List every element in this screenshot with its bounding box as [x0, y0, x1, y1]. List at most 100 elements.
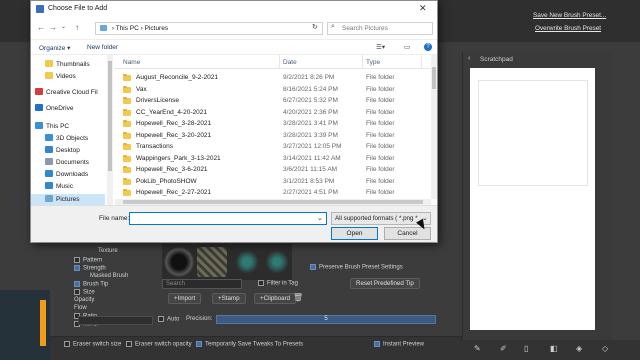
spacing-slider[interactable] [78, 316, 153, 325]
reset-predefined-tip-button[interactable]: Reset Predefined Tip [350, 278, 420, 289]
recent-dropdown-icon[interactable]: ⌄ [61, 23, 66, 30]
brush-tip-thumb[interactable] [232, 247, 262, 277]
column-divider[interactable] [421, 55, 422, 69]
close-icon[interactable]: ✕ [419, 3, 427, 14]
fill-icon[interactable]: ◈ [576, 344, 582, 353]
option-strength[interactable]: Strength [74, 265, 106, 272]
view-options-icon[interactable]: ☰▾ [376, 43, 385, 51]
brush-search-input[interactable]: Search [162, 279, 242, 289]
temp-save-checkbox[interactable]: Temporarily Save Tweaks To Presets [196, 341, 303, 348]
column-date[interactable]: Date [283, 59, 297, 66]
file-row[interactable]: August_Reconcile_9-2-2021 9/2/2021 8:26 P… [115, 72, 431, 84]
nav-item-downloads[interactable]: Downloads [31, 169, 105, 181]
checkbox[interactable] [74, 281, 80, 287]
import-button[interactable]: +Import [168, 293, 202, 304]
checkbox[interactable] [74, 289, 80, 295]
nav-item-3d-objects[interactable]: 3D Objects [31, 133, 105, 145]
checkbox[interactable] [74, 257, 80, 263]
clipboard-button[interactable]: +Clipboard [254, 293, 297, 304]
back-arrow-icon[interactable]: ← [37, 23, 45, 32]
preview-pane-icon[interactable]: ▭ [404, 43, 410, 51]
nav-item-onedrive[interactable]: OneDrive [31, 103, 105, 115]
file-row[interactable]: Transactions 3/27/2021 12:05 PM File folde… [115, 141, 431, 153]
precision-slider[interactable]: 5 [216, 315, 436, 324]
refresh-icon[interactable]: ↻ [312, 23, 318, 31]
file-row[interactable]: Vax 8/16/2021 5:24 PM File folder [115, 84, 431, 96]
file-type: File folder [366, 120, 395, 127]
horizontal-scrollbar-thumb[interactable] [123, 200, 423, 204]
option-opacity[interactable]: Opacity [74, 297, 94, 303]
nav-item-videos[interactable]: Videos [31, 71, 105, 83]
file-list-scrollbar-thumb[interactable] [432, 67, 436, 89]
option-texture[interactable]: Texture [98, 248, 118, 254]
file-row[interactable]: Hopewell_Rec_3-28-2021 3/28/2021 3:41 PM F… [115, 118, 431, 130]
nav-item-this-pc[interactable]: This PC [31, 121, 105, 133]
file-row[interactable]: Wappingers_Park_3-13-2021 3/14/2021 11:42… [115, 153, 431, 165]
stamp-button[interactable]: +Stamp [212, 293, 246, 304]
nav-item-label: This PC [46, 123, 70, 130]
auto-checkbox[interactable]: Auto [158, 316, 179, 323]
option-flow[interactable]: Flow [74, 305, 87, 311]
brush-tip-thumb[interactable] [262, 247, 292, 277]
folder-icon [123, 97, 131, 104]
nav-item-documents[interactable]: Documents [31, 157, 105, 169]
brush-tip-thumb[interactable] [197, 247, 227, 277]
nav-item-thumbnails[interactable]: Thumbnails [31, 59, 105, 71]
eraser-opacity-checkbox[interactable]: Eraser switch opacity [126, 341, 192, 348]
file-row[interactable]: Hopewell_Rec_3-20-2021 3/28/2021 3:39 PM F… [115, 130, 431, 142]
file-row[interactable]: PokLib_PhotoSHOW 3/1/2021 8:53 PM File fol… [115, 176, 431, 188]
eraser-size-checkbox[interactable]: Eraser switch size [64, 341, 121, 348]
column-divider[interactable] [362, 55, 363, 69]
checkbox[interactable] [64, 341, 70, 347]
brush-tip-thumb[interactable] [164, 247, 194, 277]
option-size[interactable]: Size [74, 289, 95, 296]
up-arrow-icon[interactable]: ↑ [75, 23, 79, 32]
file-row[interactable]: Hopewell_Rec_3-6-2021 3/6/2021 11:15 AM Fi… [115, 164, 431, 176]
gradient-icon[interactable]: ◧ [550, 344, 558, 353]
breadcrumb-pictures[interactable]: Pictures [145, 25, 168, 32]
column-name[interactable]: Name [123, 59, 140, 66]
save-new-preset-button[interactable]: Save New Brush Preset... [533, 12, 606, 19]
option-masked-brush[interactable]: Masked Brush [90, 273, 128, 279]
breadcrumb-this-pc[interactable]: This PC [116, 25, 139, 32]
search-input[interactable]: Search Pictures [327, 22, 433, 35]
file-row[interactable]: DriversLicense 6/27/2021 5:32 PM File fold… [115, 95, 431, 107]
brush-tip-thumbnails[interactable] [162, 244, 292, 280]
instant-preview-checkbox[interactable]: Instant Preview [374, 341, 424, 348]
address-bar[interactable]: › This PC › Pictures [95, 22, 323, 35]
option-brush-tip[interactable]: Brush Tip [74, 281, 108, 288]
chevron-left-icon[interactable]: ‹ [468, 55, 470, 62]
checkbox[interactable] [158, 316, 164, 322]
eraser-icon[interactable]: ◇ [602, 344, 608, 353]
column-type[interactable]: Type [366, 59, 380, 66]
open-button[interactable]: Open [331, 227, 378, 240]
help-icon[interactable]: ? [424, 43, 432, 51]
preserve-settings-checkbox[interactable]: Preserve Brush Preset Settings [310, 264, 403, 271]
trash-icon[interactable]: 🗑 [293, 293, 303, 302]
overwrite-preset-button[interactable]: Overwrite Brush Preset [535, 25, 601, 32]
forward-arrow-icon[interactable]: → [49, 23, 57, 32]
nav-item-desktop[interactable]: Desktop [31, 145, 105, 157]
checkbox[interactable] [196, 341, 202, 347]
filter-in-tag-checkbox[interactable]: Filter in Tag [258, 280, 298, 287]
column-divider[interactable] [279, 55, 280, 69]
file-row[interactable]: Hopewell_Rec_2-27-2021 2/27/2021 4:51 PM F… [115, 187, 431, 199]
page-icon[interactable]: ▯ [524, 344, 528, 353]
organize-button[interactable]: Organize ▾ [39, 44, 70, 52]
pen-icon[interactable]: ✐ [500, 344, 507, 353]
new-folder-button[interactable]: New folder [87, 44, 118, 51]
checkbox[interactable] [74, 265, 80, 271]
nav-item-creative-cloud-fil[interactable]: Creative Cloud Fil [31, 87, 105, 99]
brush-icon[interactable]: ✎ [474, 344, 481, 353]
checkbox[interactable] [258, 280, 264, 286]
checkbox[interactable] [310, 264, 316, 270]
chevron-down-icon[interactable]: ⌄ [317, 214, 323, 222]
nav-scrollbar-thumb[interactable] [108, 61, 112, 171]
checkbox[interactable] [126, 341, 132, 347]
file-row[interactable]: CC_YearEnd_4-20-2021 4/20/2021 2:36 PM Fil… [115, 107, 431, 119]
file-name-input[interactable] [129, 212, 327, 225]
folder-icon [123, 85, 131, 93]
checkbox[interactable] [374, 341, 380, 347]
nav-item-music[interactable]: Music [31, 181, 105, 193]
option-pattern[interactable]: Pattern [74, 257, 102, 264]
